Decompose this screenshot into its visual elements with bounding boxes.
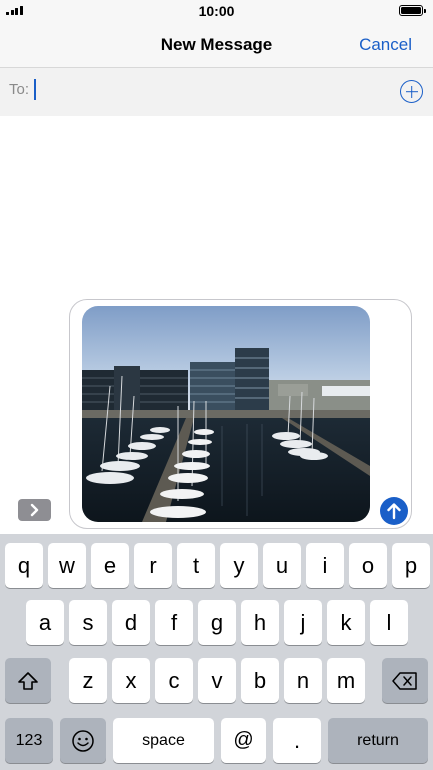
photo-attachment[interactable] — [82, 306, 370, 522]
key-h[interactable]: h — [241, 600, 279, 645]
key-o[interactable]: o — [349, 543, 387, 588]
key-u[interactable]: u — [263, 543, 301, 588]
key-m[interactable]: m — [327, 658, 365, 703]
key-d[interactable]: d — [112, 600, 150, 645]
space-key[interactable]: space — [113, 718, 214, 763]
key-b[interactable]: b — [241, 658, 279, 703]
key-s[interactable]: s — [69, 600, 107, 645]
keyboard: q w e r t y u i o p a s d f g h j k l z … — [0, 534, 433, 770]
at-key[interactable]: @ — [221, 718, 266, 763]
key-i[interactable]: i — [306, 543, 344, 588]
send-icon[interactable] — [380, 497, 408, 525]
period-key[interactable]: . — [273, 718, 321, 763]
shift-icon[interactable] — [5, 658, 51, 703]
recipient-field[interactable]: To: — [0, 68, 433, 116]
key-t[interactable]: t — [177, 543, 215, 588]
key-a[interactable]: a — [26, 600, 64, 645]
status-time: 10:00 — [198, 3, 235, 19]
key-n[interactable]: n — [284, 658, 322, 703]
status-bar: 10:00 — [0, 0, 433, 22]
key-f[interactable]: f — [155, 600, 193, 645]
key-v[interactable]: v — [198, 658, 236, 703]
key-q[interactable]: q — [5, 543, 43, 588]
expand-icon[interactable] — [18, 499, 51, 521]
battery-icon — [399, 5, 426, 16]
cancel-button[interactable]: Cancel — [359, 35, 412, 55]
key-y[interactable]: y — [220, 543, 258, 588]
to-label: To: — [9, 81, 30, 98]
key-x[interactable]: x — [112, 658, 150, 703]
numbers-key[interactable]: 123 — [5, 718, 53, 763]
key-l[interactable]: l — [370, 600, 408, 645]
key-j[interactable]: j — [284, 600, 322, 645]
key-w[interactable]: w — [48, 543, 86, 588]
key-e[interactable]: e — [91, 543, 129, 588]
nav-bar: New Message Cancel — [0, 22, 433, 68]
emoji-icon[interactable] — [60, 718, 106, 763]
key-p[interactable]: p — [392, 543, 430, 588]
add-contact-icon[interactable] — [400, 80, 423, 103]
return-key[interactable]: return — [328, 718, 428, 763]
key-g[interactable]: g — [198, 600, 236, 645]
key-z[interactable]: z — [69, 658, 107, 703]
key-c[interactable]: c — [155, 658, 193, 703]
key-r[interactable]: r — [134, 543, 172, 588]
text-cursor — [34, 79, 36, 100]
key-k[interactable]: k — [327, 600, 365, 645]
delete-icon[interactable] — [382, 658, 428, 703]
